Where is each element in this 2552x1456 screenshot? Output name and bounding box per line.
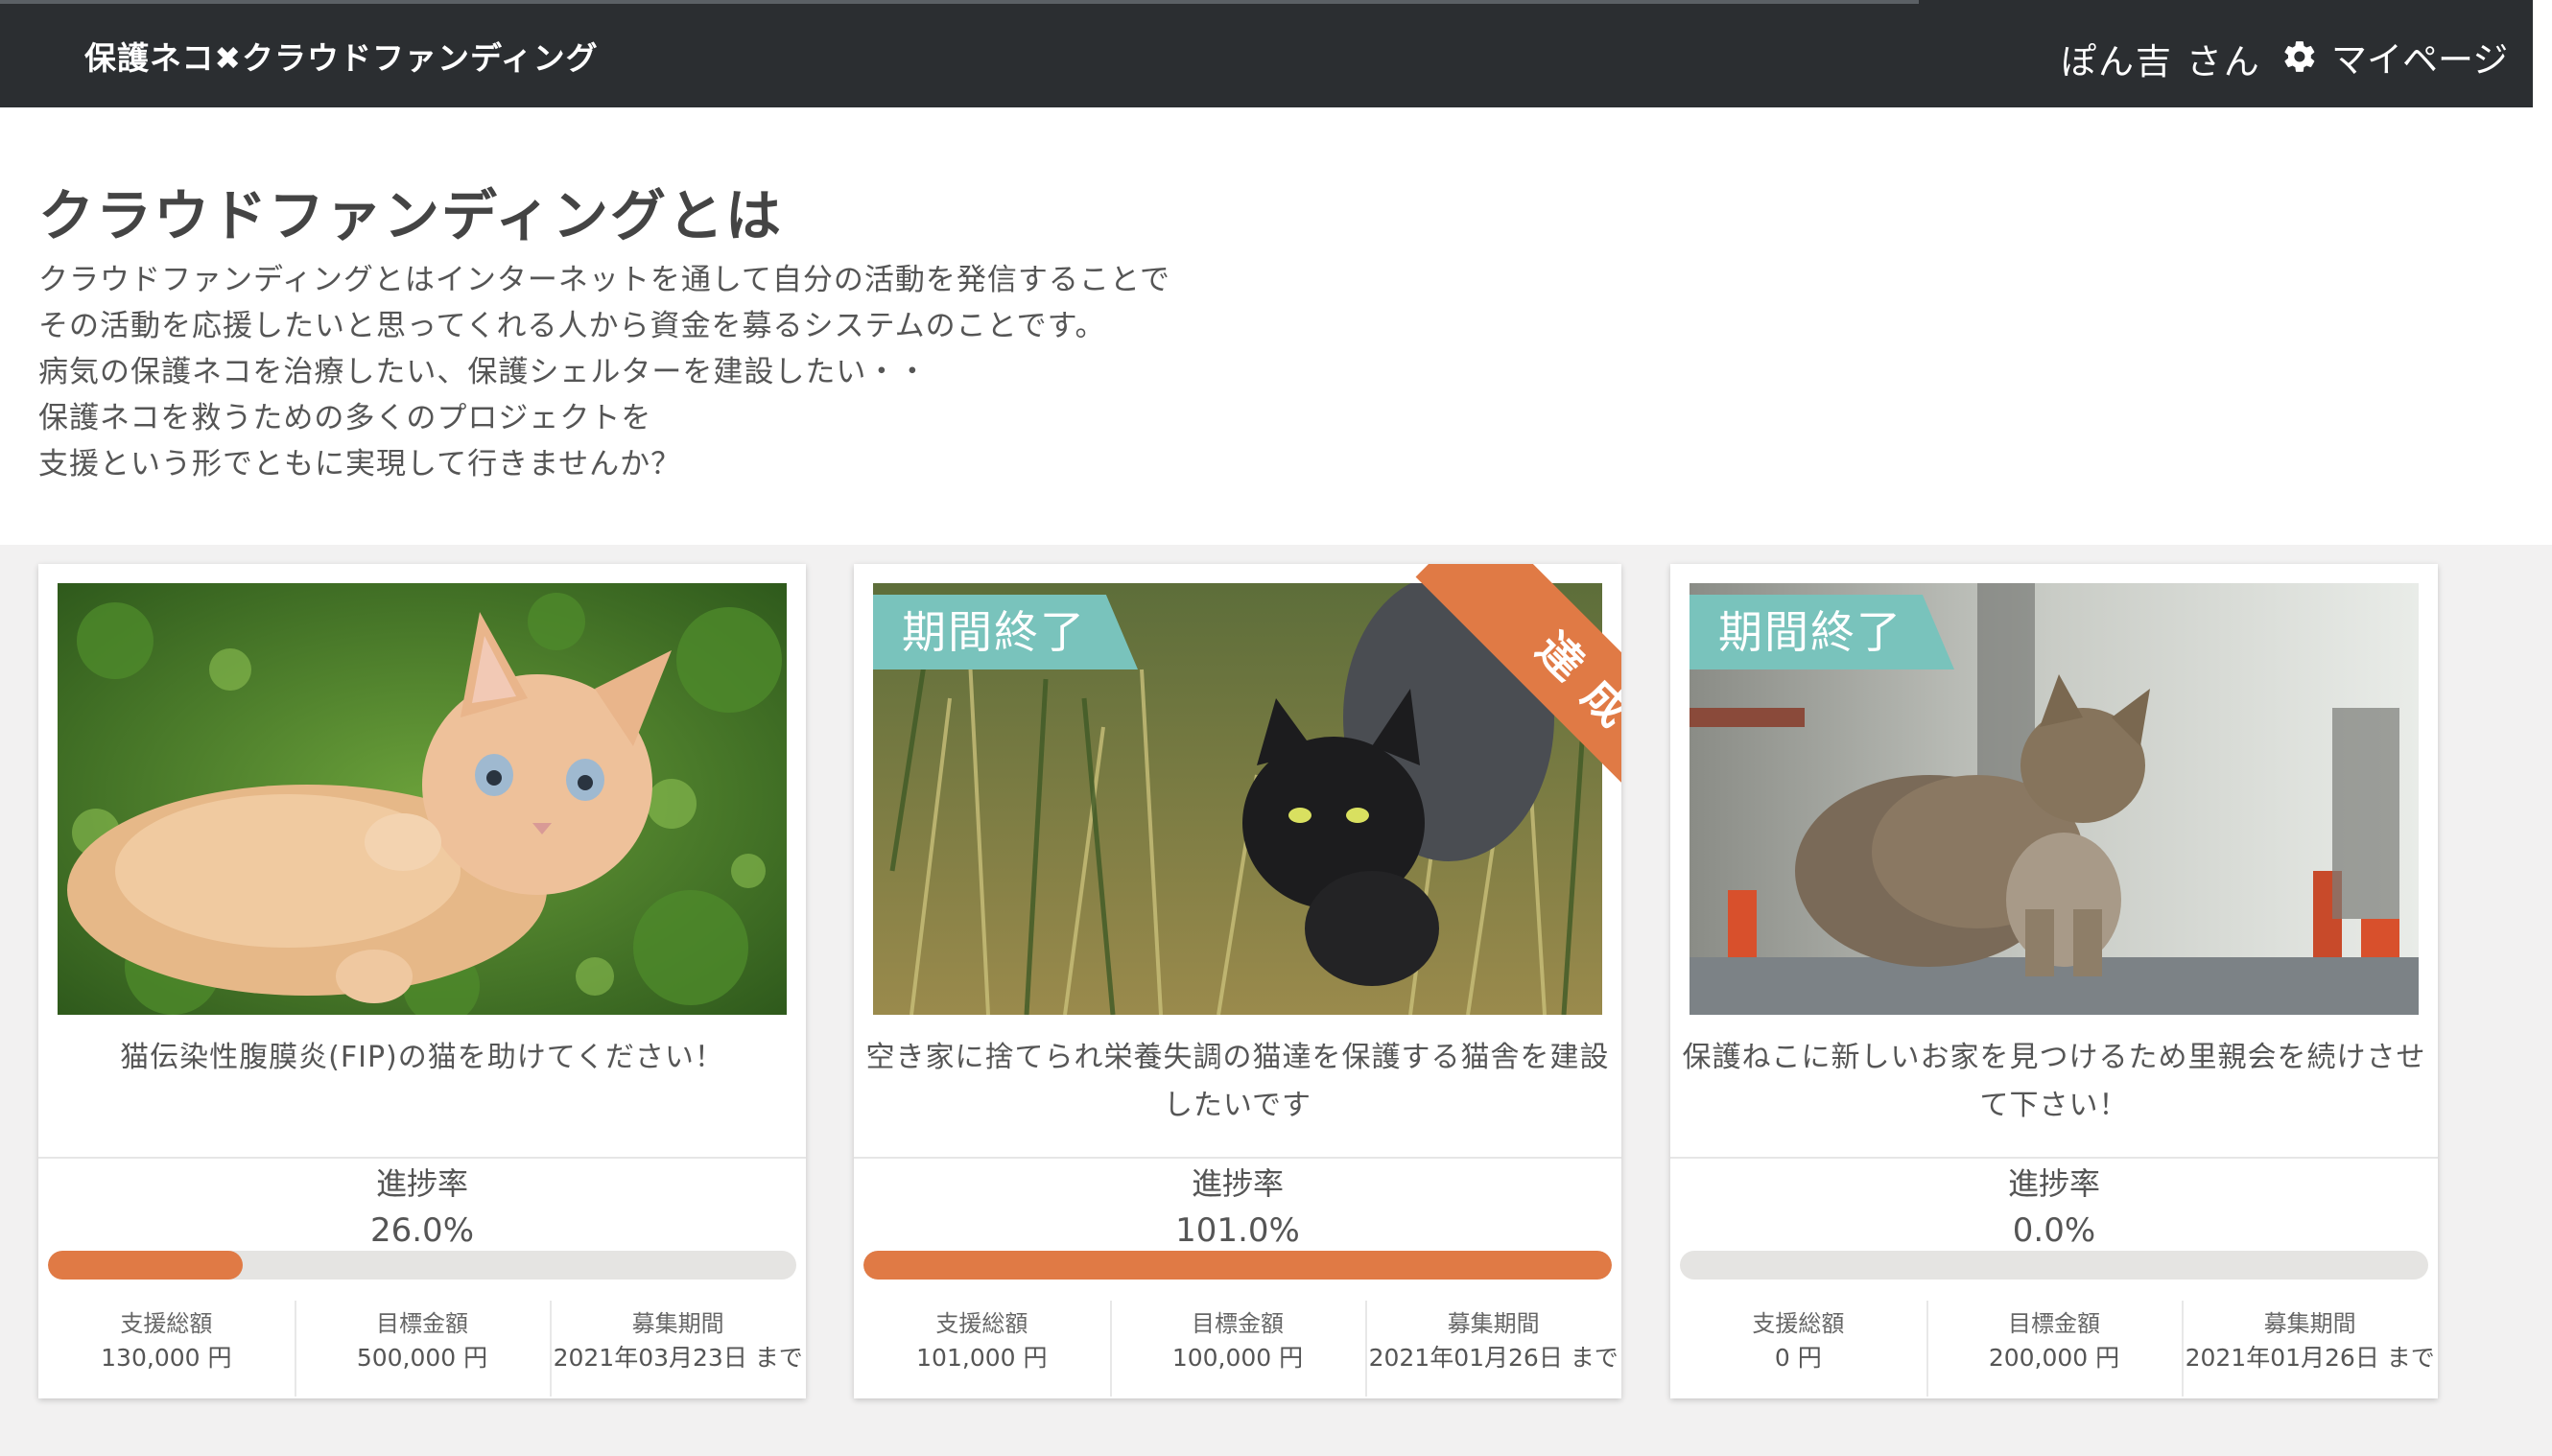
project-stats: 支援総額 101,000 円 目標金額 100,000 円 募集期間 2021年… bbox=[854, 1301, 1621, 1397]
project-stats: 支援総額 0 円 目標金額 200,000 円 募集期間 2021年01月26日… bbox=[1670, 1301, 2438, 1397]
stat-label: 目標金額 bbox=[376, 1310, 468, 1337]
stat-period: 募集期間 2021年03月23日 まで bbox=[550, 1301, 806, 1397]
stat-label: 支援総額 bbox=[1752, 1310, 1845, 1337]
progress-value: 0.0% bbox=[2012, 1211, 2096, 1250]
card-divider bbox=[1670, 1157, 2438, 1159]
stat-label: 目標金額 bbox=[2008, 1310, 2100, 1337]
intro-line: 病気の保護ネコを治療したい、保護シェルターを建設したい・・ bbox=[38, 355, 929, 389]
navbar: 保護ネコ✖クラウドファンディング ぽん吉 さん マイページ bbox=[0, 0, 2552, 107]
intro-line: クラウドファンディングとはインターネットを通して自分の活動を発信することで bbox=[38, 263, 1170, 297]
project-card[interactable]: 期間終了 達成 空き家に捨てられ栄養失調の猫達を保護する猫舎を建設したいです 進… bbox=[854, 564, 1621, 1398]
project-photo-kitten[interactable] bbox=[58, 583, 787, 1015]
project-card[interactable]: 猫伝染性腹膜炎(FIP)の猫を助けてください！ 進捗率 26.0% 支援総額 1… bbox=[38, 564, 806, 1398]
stat-label: 募集期間 bbox=[1447, 1310, 1540, 1337]
mypage-link[interactable]: マイページ bbox=[2281, 31, 2508, 82]
mypage-label: マイページ bbox=[2331, 39, 2509, 81]
brand-logo[interactable]: 保護ネコ✖クラウドファンディング bbox=[84, 33, 599, 79]
stat-goal: 目標金額 100,000 円 bbox=[1109, 1301, 1366, 1397]
card-divider bbox=[38, 1157, 806, 1159]
stat-label: 目標金額 bbox=[1192, 1310, 1284, 1337]
progress-label: 進捗率 bbox=[2007, 1165, 2100, 1202]
progress-bar-fill bbox=[48, 1251, 243, 1280]
achieved-label: 達成 bbox=[1415, 564, 1621, 827]
progress-bar bbox=[48, 1251, 796, 1280]
project-title[interactable]: 保護ねこに新しいお家を見つけるため里親会を続けさせて下さい！ bbox=[1680, 1034, 2428, 1149]
intro-line: その活動を応援したいと思ってくれる人から資金を募るシステムのことです。 bbox=[38, 309, 1106, 343]
stat-value: 200,000 円 bbox=[1988, 1344, 2120, 1372]
intro-line: 支援という形でともに実現して行きませんか？ bbox=[38, 447, 682, 481]
stat-value: 500,000 円 bbox=[356, 1344, 488, 1372]
stat-goal: 目標金額 200,000 円 bbox=[1926, 1301, 2183, 1397]
progress-value: 101.0% bbox=[1175, 1211, 1300, 1250]
card-divider bbox=[854, 1157, 1621, 1159]
stat-total-support: 支援総額 130,000 円 bbox=[38, 1301, 295, 1397]
user-name[interactable]: ぽん吉 さん bbox=[2061, 33, 2261, 84]
intro-section: クラウドファンディングとは クラウドファンディングとはインターネットを通して自分… bbox=[0, 107, 2552, 545]
stat-period: 募集期間 2021年01月26日 まで bbox=[2182, 1301, 2438, 1397]
stat-label: 支援総額 bbox=[120, 1310, 213, 1337]
progress-label: 進捗率 bbox=[375, 1165, 468, 1202]
window-edge bbox=[2533, 0, 2552, 107]
project-title[interactable]: 猫伝染性腹膜炎(FIP)の猫を助けてください！ bbox=[48, 1034, 796, 1149]
stat-period: 募集期間 2021年01月26日 まで bbox=[1365, 1301, 1621, 1397]
navbar-top-line bbox=[0, 0, 1919, 4]
progress-value: 26.0% bbox=[369, 1211, 474, 1250]
stat-label: 募集期間 bbox=[2263, 1310, 2356, 1337]
achieved-ribbon: 達成 bbox=[1360, 564, 1621, 827]
stat-label: 支援総額 bbox=[935, 1310, 1028, 1337]
stat-value: 2021年01月26日 まで bbox=[1368, 1344, 1619, 1372]
ended-tag: 期間終了 bbox=[873, 595, 1138, 669]
stat-value: 100,000 円 bbox=[1171, 1344, 1304, 1372]
progress-label: 進捗率 bbox=[1191, 1165, 1284, 1202]
stat-value: 2021年03月23日 まで bbox=[553, 1344, 803, 1372]
ended-tag: 期間終了 bbox=[1690, 595, 1954, 669]
intro-heading: クラウドファンディングとは bbox=[38, 183, 783, 248]
progress-bar-fill bbox=[863, 1251, 1612, 1280]
gear-icon bbox=[2284, 41, 2315, 72]
project-card[interactable]: 期間終了 保護ねこに新しいお家を見つけるため里親会を続けさせて下さい！ 進捗率 … bbox=[1670, 564, 2438, 1398]
stat-total-support: 支援総額 101,000 円 bbox=[854, 1301, 1110, 1397]
stat-value: 130,000 円 bbox=[101, 1344, 232, 1372]
stat-label: 募集期間 bbox=[631, 1310, 724, 1337]
stat-goal: 目標金額 500,000 円 bbox=[294, 1301, 551, 1397]
intro-line: 保護ネコを救うための多くのプロジェクトを bbox=[38, 401, 652, 435]
progress-bar bbox=[1680, 1251, 2428, 1280]
project-stats: 支援総額 130,000 円 目標金額 500,000 円 募集期間 2021年… bbox=[38, 1301, 806, 1397]
intro-paragraph: クラウドファンディングとはインターネットを通して自分の活動を発信することで その… bbox=[38, 257, 1286, 487]
progress-bar bbox=[863, 1251, 1612, 1280]
stat-value: 101,000 円 bbox=[916, 1344, 1048, 1372]
stat-total-support: 支援総額 0 円 bbox=[1670, 1301, 1926, 1397]
project-title[interactable]: 空き家に捨てられ栄養失調の猫達を保護する猫舎を建設したいです bbox=[863, 1034, 1612, 1149]
stat-value: 2021年01月26日 まで bbox=[2185, 1344, 2435, 1372]
stat-value: 0 円 bbox=[1774, 1344, 1822, 1372]
